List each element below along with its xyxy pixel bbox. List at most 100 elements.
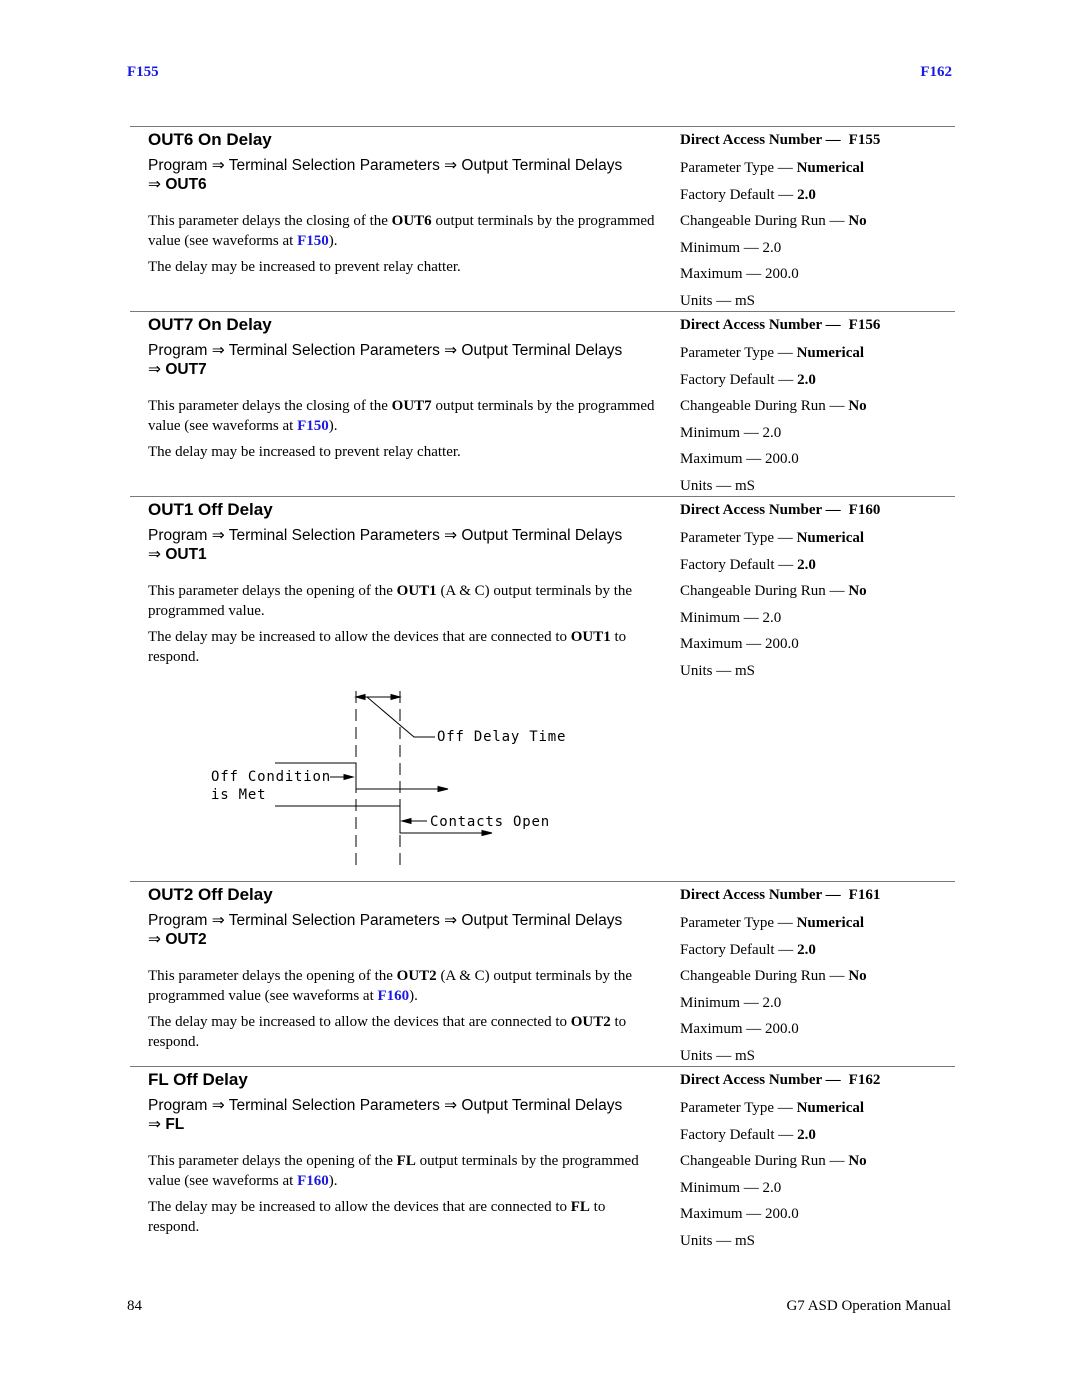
text: The delay may be increased to allow the …	[148, 629, 571, 645]
label: Units —	[680, 292, 732, 309]
value: mS	[735, 477, 756, 494]
value: 2.0	[797, 556, 816, 573]
waveform-link[interactable]: F150	[297, 233, 329, 249]
label: Parameter Type —	[680, 1100, 793, 1116]
factory-default: Factory Default — 2.0	[680, 937, 960, 964]
label: Parameter Type —	[680, 160, 793, 176]
arrowhead-icon	[390, 693, 402, 701]
minimum: Minimum — 2.0	[680, 1175, 960, 1202]
menu-path-text: Program ⇒ Terminal Selection Parameters …	[148, 157, 623, 174]
label: Parameter Type —	[680, 530, 793, 546]
factory-default: Factory Default — 2.0	[680, 1122, 960, 1149]
value: 2.0	[762, 239, 782, 256]
label: Units —	[680, 1047, 732, 1064]
text: ).	[409, 988, 418, 1004]
text: The delay may be increased to prevent re…	[148, 259, 461, 275]
factory-default: Factory Default — 2.0	[680, 367, 960, 394]
section-description: OUT1 Off Delay Program ⇒ Terminal Selecti…	[148, 499, 658, 667]
label: Parameter Type —	[680, 915, 793, 931]
arrowhead-icon	[354, 693, 366, 701]
value: F161	[848, 887, 881, 903]
parameter-section: FL Off Delay Program ⇒ Terminal Selection…	[130, 1066, 955, 1249]
label: Factory Default —	[680, 371, 794, 388]
parameter-type: Parameter Type — Numerical	[680, 1095, 960, 1122]
section-description: OUT7 On Delay Program ⇒ Terminal Selectio…	[148, 314, 658, 462]
header-link-f155[interactable]: F155	[127, 64, 159, 81]
label: Maximum —	[680, 1021, 762, 1037]
arrowhead-icon	[437, 785, 449, 793]
section-title: OUT2 Off Delay	[148, 885, 273, 904]
label: Units —	[680, 1232, 732, 1249]
arrowhead-icon	[343, 773, 355, 781]
header-link-f162[interactable]: F162	[920, 64, 952, 81]
parameter-properties: Direct Access Number — F155 Parameter Type…	[680, 129, 960, 314]
waveform-link[interactable]: F160	[378, 988, 410, 1004]
parameter-properties: Direct Access Number — F161 Parameter Type…	[680, 884, 960, 1069]
parameter-type: Parameter Type — Numerical	[680, 910, 960, 937]
note-paragraph: The delay may be increased to allow the …	[148, 1197, 658, 1237]
direct-access-number: Direct Access Number — F156	[680, 314, 960, 336]
label: Changeable During Run —	[680, 968, 845, 984]
value: Numerical	[796, 1100, 865, 1116]
terminal-name: OUT7	[391, 398, 432, 414]
changeable-during-run: Changeable During Run — No	[680, 963, 960, 990]
text: This parameter delays the closing of the	[148, 398, 392, 414]
waveform-link[interactable]: F150	[297, 418, 329, 434]
changeable-during-run: Changeable During Run — No	[680, 208, 960, 235]
maximum: Maximum — 200.0	[680, 631, 960, 658]
text: The delay may be increased to allow the …	[148, 1014, 571, 1030]
value: mS	[735, 1047, 756, 1064]
description-paragraph: This parameter delays the opening of the…	[148, 1151, 658, 1191]
maximum: Maximum — 200.0	[680, 446, 960, 473]
arrowhead-icon	[481, 829, 493, 837]
value: 200.0	[765, 1021, 799, 1037]
label: Maximum —	[680, 266, 762, 282]
label: Maximum —	[680, 1206, 762, 1222]
text: This parameter delays the opening of the	[148, 583, 397, 599]
menu-path-terminal: OUT1	[165, 546, 207, 563]
text: This parameter delays the opening of the	[148, 1153, 397, 1169]
label: Minimum —	[680, 609, 759, 626]
label: Minimum —	[680, 424, 759, 441]
label: Changeable During Run —	[680, 1153, 845, 1169]
description-paragraph: This parameter delays the opening of the…	[148, 966, 658, 1006]
path-arrow: ⇒	[148, 361, 161, 378]
value: No	[848, 583, 867, 599]
label-contacts-open: Contacts Open	[430, 814, 550, 830]
direct-access-number: Direct Access Number — F161	[680, 884, 960, 906]
terminal-name: FL	[570, 1199, 590, 1215]
label: Minimum —	[680, 1179, 759, 1196]
parameter-type: Parameter Type — Numerical	[680, 340, 960, 367]
off-delay-waveform-diagram: Off Delay Time Off Condition is Met Cont…	[211, 691, 565, 868]
value: 200.0	[765, 1206, 799, 1222]
label: Changeable During Run —	[680, 213, 845, 229]
terminal-name: OUT2	[570, 1014, 611, 1030]
menu-path-terminal: OUT7	[165, 361, 207, 378]
value: 2.0	[762, 1179, 782, 1196]
text: ).	[328, 418, 338, 434]
value: 2.0	[762, 609, 782, 626]
factory-default: Factory Default — 2.0	[680, 552, 960, 579]
text: The delay may be increased to allow the …	[148, 1199, 571, 1215]
label: Factory Default —	[680, 556, 794, 573]
parameter-properties: Direct Access Number — F162 Parameter Type…	[680, 1069, 960, 1254]
parameter-section: OUT6 On Delay Program ⇒ Terminal Selectio…	[130, 126, 955, 309]
value: mS	[735, 1232, 756, 1249]
menu-path: Program ⇒ Terminal Selection Parameters …	[148, 341, 658, 379]
value: 2.0	[797, 371, 816, 388]
terminal-name: OUT6	[391, 213, 432, 229]
label: Minimum —	[680, 994, 759, 1011]
value: 200.0	[765, 636, 799, 652]
note-paragraph: The delay may be increased to prevent re…	[148, 257, 658, 277]
description-paragraph: This parameter delays the closing of the…	[148, 211, 658, 251]
factory-default: Factory Default — 2.0	[680, 182, 960, 209]
value: Numerical	[796, 160, 865, 176]
label-off-condition: Off Condition	[211, 769, 331, 785]
waveform-link[interactable]: F160	[297, 1173, 329, 1189]
label: Direct Access Number —	[680, 502, 841, 518]
terminal-name: OUT1	[396, 583, 437, 599]
label: Units —	[680, 662, 732, 679]
menu-path-text: Program ⇒ Terminal Selection Parameters …	[148, 342, 623, 359]
label: Parameter Type —	[680, 345, 793, 361]
parameter-properties: Direct Access Number — F160 Parameter Type…	[680, 499, 960, 684]
